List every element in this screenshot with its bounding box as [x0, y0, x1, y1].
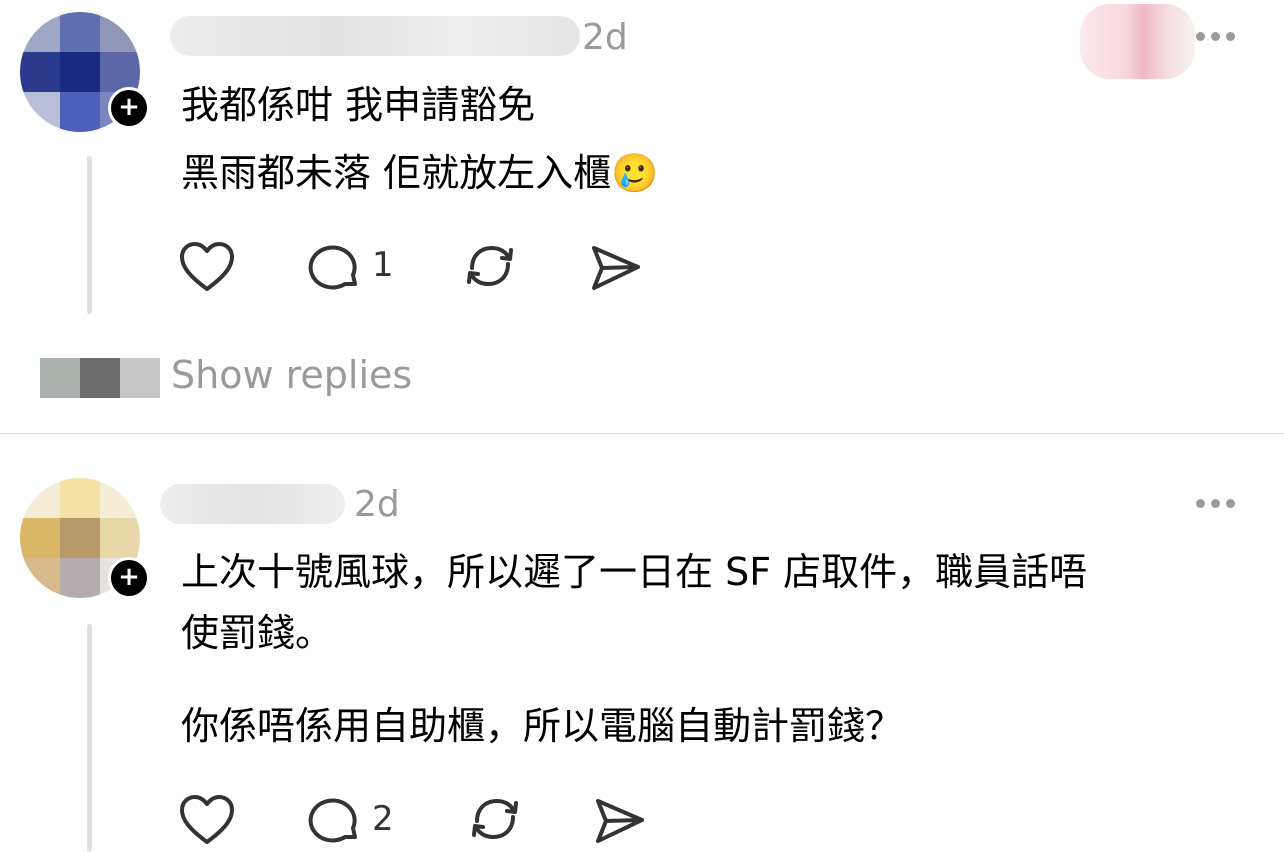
more-options-button[interactable] [1196, 499, 1235, 508]
heart-icon[interactable] [178, 240, 236, 294]
post-timestamp: 2d [354, 484, 400, 525]
post-text-line: 使罰錢。 [181, 611, 334, 655]
post-text-line: 你係唔係用自助櫃，所以電腦自動計罰錢？ [181, 704, 904, 748]
reply-count: 1 [372, 245, 394, 285]
redacted-image [1080, 4, 1195, 79]
send-icon[interactable] [592, 795, 648, 847]
more-dot-icon [1211, 32, 1220, 41]
reply-count: 2 [372, 799, 394, 839]
more-options-button[interactable] [1196, 32, 1235, 41]
username-redacted[interactable] [160, 484, 345, 524]
username-redacted[interactable] [170, 16, 580, 56]
follow-plus-icon[interactable]: + [108, 557, 150, 599]
send-icon[interactable] [588, 242, 644, 294]
follow-plus-icon[interactable]: + [108, 87, 150, 129]
smiling-tear-emoji: 🥲 [611, 151, 659, 195]
more-dot-icon [1226, 32, 1235, 41]
more-dot-icon [1196, 32, 1205, 41]
more-dot-icon [1226, 499, 1235, 508]
reply-avatars-redacted [40, 358, 160, 398]
repost-icon[interactable] [462, 238, 518, 294]
post-text-line: 我都係咁 我申請豁免 [181, 83, 536, 127]
thread-line [87, 624, 92, 852]
post-text-line: 黑雨都未落 佢就放左入櫃🥲 [181, 150, 658, 198]
post-divider [0, 433, 1284, 434]
post-timestamp: 2d [582, 17, 628, 58]
comment-icon[interactable] [305, 793, 365, 847]
show-replies-button[interactable]: Show replies [171, 356, 412, 394]
heart-icon[interactable] [178, 793, 236, 847]
more-dot-icon [1211, 499, 1220, 508]
comment-icon[interactable] [305, 240, 365, 294]
repost-icon[interactable] [467, 791, 523, 847]
more-dot-icon [1196, 499, 1205, 508]
post-text-line: 上次十號風球，所以遲了一日在 SF 店取件，職員話唔 [181, 550, 1088, 594]
post-text-segment: 黑雨都未落 佢就放左入櫃 [181, 151, 612, 195]
thread-line [87, 156, 92, 314]
